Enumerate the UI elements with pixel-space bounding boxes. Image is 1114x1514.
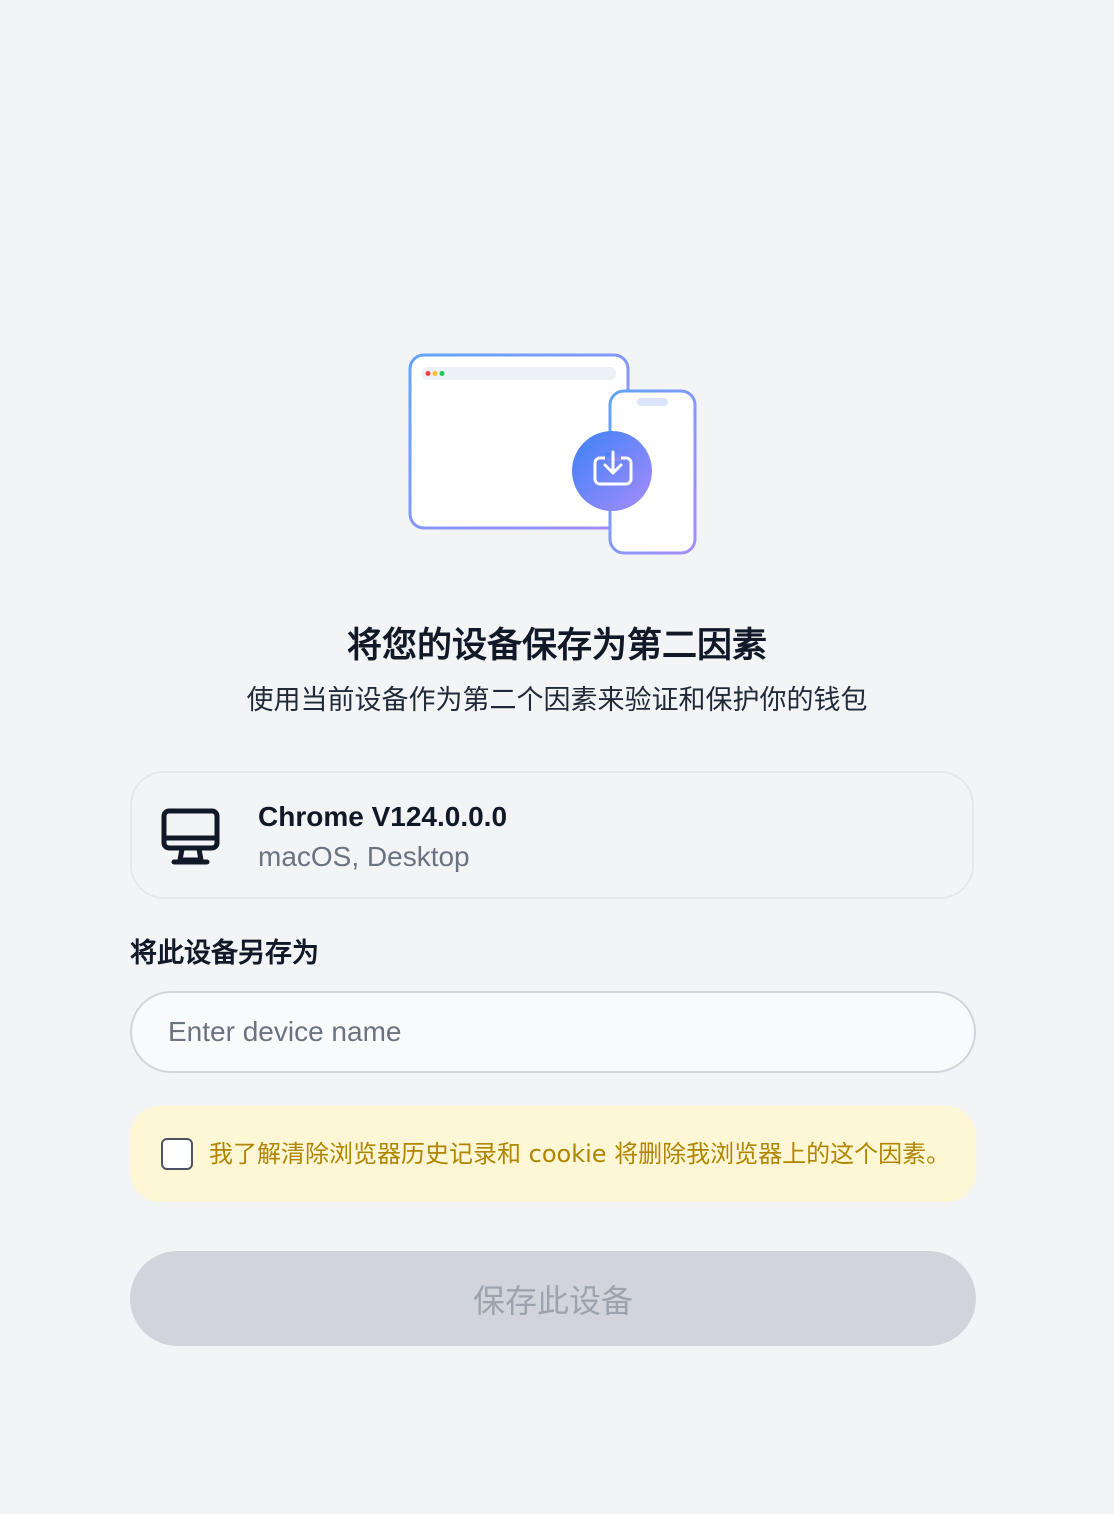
acknowledge-text: 我了解清除浏览器历史记录和 cookie 将删除我浏览器上的这个因素。 [209,1140,951,1168]
device-name-label: 将此设备另存为 [130,938,319,969]
cookie-warning-notice: 我了解清除浏览器历史记录和 cookie 将删除我浏览器上的这个因素。 [130,1106,976,1202]
device-name: Chrome V124.0.0.0 [258,801,508,832]
save-device-button[interactable]: 保存此设备 [130,1251,976,1346]
monitor-icon [161,808,220,865]
device-meta: macOS, Desktop [258,841,470,872]
current-device-card: Chrome V124.0.0.0 macOS, Desktop [130,771,974,899]
acknowledge-checkbox[interactable] [161,1138,193,1170]
page-subtitle: 使用当前设备作为第二个因素来验证和保护你的钱包 [246,685,868,716]
device-name-input[interactable] [130,991,976,1073]
page-title: 将您的设备保存为第二因素 [346,626,767,666]
download-circle-icon [572,431,652,511]
device-save-illustration [408,353,697,555]
